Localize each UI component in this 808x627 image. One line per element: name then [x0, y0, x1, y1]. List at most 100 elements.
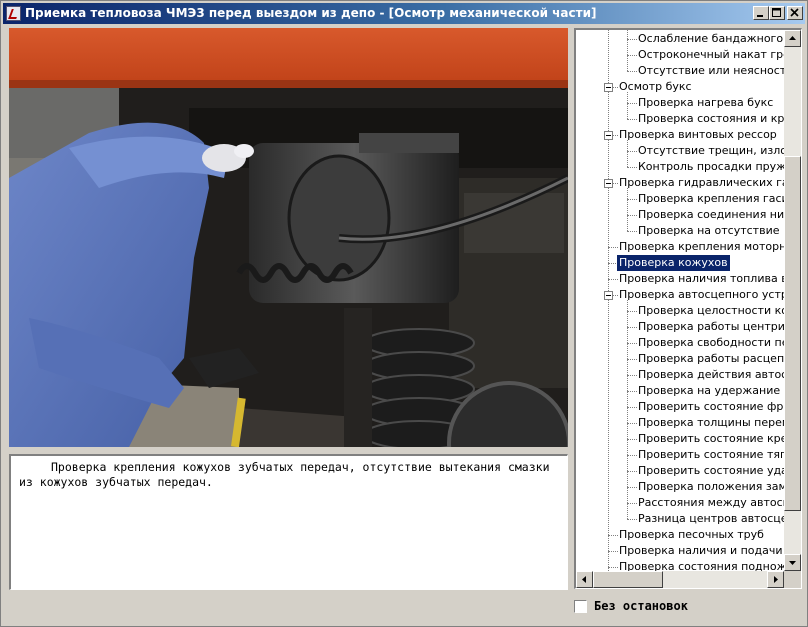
tree-guide-line — [627, 407, 628, 423]
tree-section-node[interactable]: Проверка наличия топлива в ба — [619, 271, 784, 287]
horizontal-scroll-thumb[interactable] — [593, 571, 663, 588]
tree-connector — [627, 503, 637, 504]
tree-section-node[interactable]: Осмотр букс — [619, 79, 692, 95]
tree-connector — [627, 71, 637, 72]
tree-check-node[interactable]: Проверка действия автосце — [638, 367, 784, 383]
tree-check-node[interactable]: Отсутствие или неясность к — [638, 63, 784, 79]
vertical-scrollbar[interactable] — [784, 30, 801, 571]
vertical-scroll-thumb[interactable] — [784, 156, 801, 512]
tree-connector — [627, 167, 637, 168]
tree-connector — [627, 471, 637, 472]
tree-check-node[interactable]: Проверка работы расцепног — [638, 351, 784, 367]
tree-check-node[interactable]: Остроконечный накат гребн — [638, 47, 784, 63]
scroll-right-button[interactable] — [767, 571, 784, 588]
tree-check-node[interactable]: Проверить состояние ударно — [638, 463, 784, 479]
tree-guide-line — [627, 188, 628, 199]
tree-section-node[interactable]: Проверка песочных труб — [619, 527, 764, 543]
tree-check-node[interactable]: Проверка на удержание зам — [638, 383, 784, 399]
tree-guide-line — [627, 55, 628, 71]
tree-guide-line — [627, 327, 628, 343]
tree-section-node[interactable]: Проверка кожухов — [617, 255, 730, 271]
tree-check-node[interactable]: Проверка состояния и крепл — [638, 111, 784, 127]
maximize-button[interactable] — [769, 6, 785, 20]
tree-section-node[interactable]: Проверка состояния подножек и — [619, 559, 784, 571]
tree-guide-line — [627, 471, 628, 487]
tree-connector — [627, 215, 637, 216]
tree-check-node[interactable]: Проверка свободности пере — [638, 335, 784, 351]
scroll-up-button[interactable] — [784, 30, 801, 47]
close-button[interactable] — [787, 6, 803, 20]
tree-section-node[interactable]: Проверка крепления моторно-ос — [619, 239, 784, 255]
inspection-photo — [9, 28, 568, 447]
tree-check-node[interactable]: Проверить состояние фрикц — [638, 399, 784, 415]
no-stops-label[interactable]: Без остановок — [594, 599, 688, 613]
tree-connector — [627, 103, 637, 104]
tree-check-node[interactable]: Разница центров автосцепок — [638, 511, 784, 527]
tree-connector — [627, 407, 637, 408]
horizontal-scrollbar[interactable] — [576, 571, 784, 588]
tree-connector — [608, 535, 618, 536]
tree-check-node[interactable]: Проверка соединения нижне — [638, 207, 784, 223]
tree-connector — [627, 423, 637, 424]
tree-guide-line — [627, 92, 628, 103]
tree-guide-line — [627, 300, 628, 311]
scroll-left-button[interactable] — [576, 571, 593, 588]
tree-check-node[interactable]: Проверка положения замка — [638, 479, 784, 495]
tree-check-node[interactable]: Отсутствие трещин, изломов — [638, 143, 784, 159]
tree-connector — [627, 343, 637, 344]
minimize-button[interactable] — [753, 6, 769, 20]
tree-section-node[interactable]: Проверка наличия и подачи песк — [619, 543, 784, 559]
scrollbar-corner — [784, 571, 801, 588]
tree-check-node[interactable]: Проверка работы центрирую — [638, 319, 784, 335]
tree-check-node[interactable]: Проверить состояние крепле — [638, 431, 784, 447]
maximize-icon — [772, 8, 781, 17]
collapse-toggle-icon[interactable] — [604, 83, 613, 92]
scroll-down-button[interactable] — [784, 554, 801, 571]
tree-connector — [608, 247, 618, 248]
tree-connector — [627, 311, 637, 312]
tree-check-node[interactable]: Ослабление бандажного кол — [638, 31, 784, 47]
inspection-tree-view[interactable]: Ослабление бандажного колОстроконечный н… — [574, 28, 802, 589]
tree-guide-line — [627, 103, 628, 119]
window-title: Приемка тепловоза ЧМЭ3 перед выездом из … — [25, 6, 597, 20]
tree-guide-line — [627, 199, 628, 215]
tree-connector — [608, 567, 618, 568]
tree-list[interactable]: Ослабление бандажного колОстроконечный н… — [576, 30, 784, 571]
app-icon[interactable] — [6, 6, 21, 21]
tree-check-node[interactable]: Проверить состояние тягово — [638, 447, 784, 463]
tree-connector — [627, 199, 637, 200]
no-stops-checkbox[interactable] — [574, 600, 587, 613]
collapse-toggle-icon[interactable] — [604, 131, 613, 140]
tree-connector — [627, 55, 637, 56]
tree-connector — [608, 551, 618, 552]
tree-check-node[interactable]: Проверка нагрева букс — [638, 95, 773, 111]
tree-check-node[interactable]: Проверка крепления гасите — [638, 191, 784, 207]
tree-section-node[interactable]: Проверка автосцепного устройс — [619, 287, 784, 303]
collapse-toggle-icon[interactable] — [604, 291, 613, 300]
tree-guide-line — [627, 375, 628, 391]
tree-check-node[interactable]: Проверка толщины перемыч — [638, 415, 784, 431]
description-text[interactable]: Проверка крепления кожухов зубчатых пере… — [9, 454, 568, 590]
arrow-right-icon — [774, 576, 778, 583]
tree-connector — [608, 279, 618, 280]
tree-connector — [627, 231, 637, 232]
tree-connector — [627, 359, 637, 360]
tree-guide-line — [627, 311, 628, 327]
tree-check-node[interactable]: Контроль просадки пружин — [638, 159, 784, 175]
tree-connector — [627, 39, 637, 40]
close-icon — [790, 8, 799, 17]
tree-check-node[interactable]: Проверка на отсутствие под — [638, 223, 784, 239]
tree-section-node[interactable]: Проверка гидравлических гасит — [619, 175, 784, 191]
collapse-toggle-icon[interactable] — [604, 179, 613, 188]
locomotive-bogie-photo — [9, 28, 568, 447]
tree-guide-line — [627, 151, 628, 167]
arrow-left-icon — [582, 576, 586, 583]
tree-check-node[interactable]: Проверка целостности корпу — [638, 303, 784, 319]
tree-check-node[interactable]: Расстояния между автосцеп — [638, 495, 784, 511]
tree-section-node[interactable]: Проверка винтовых рессор — [619, 127, 777, 143]
tree-guide-line — [627, 140, 628, 151]
tree-guide-line — [627, 487, 628, 503]
tree-connector — [627, 455, 637, 456]
title-bar[interactable]: Приемка тепловоза ЧМЭ3 перед выездом из … — [3, 3, 805, 24]
tree-guide-line — [627, 343, 628, 359]
